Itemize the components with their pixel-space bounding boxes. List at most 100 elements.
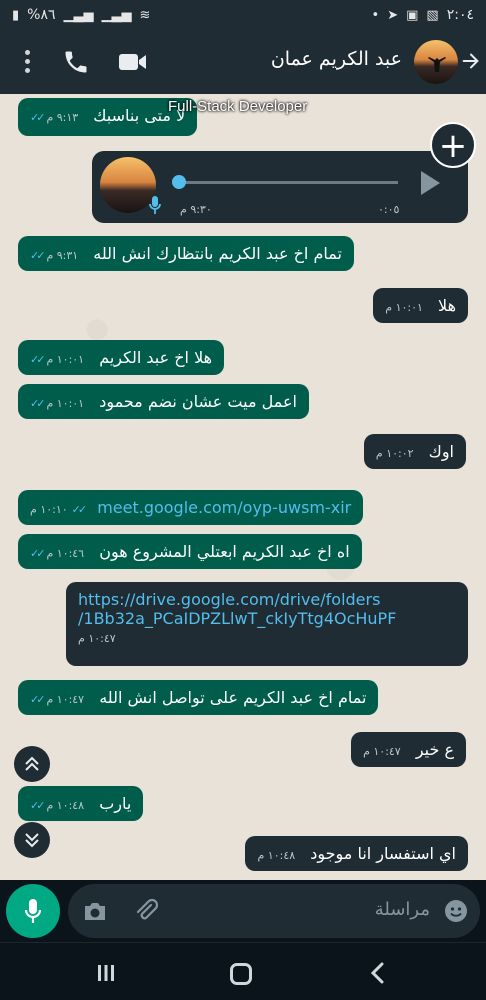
message-meta: ١٠:٤٨ م [257,849,295,862]
recents-icon[interactable] [96,963,116,983]
message-meta: ١٠:٠١ م [385,301,423,314]
telegram-icon: ➤ [387,7,399,23]
status-bar: ▮ %٨٦ ▁▃▅ ▁▃▅ ≋ • ➤ ▣ ▧ ٢:٠٤ [0,0,486,30]
back-arrow-icon[interactable] [460,50,482,72]
meet-link[interactable]: meet.google.com/oyp-uwsm-xir [97,498,351,517]
message-text: هلا [438,296,456,315]
voice-progress-track[interactable] [178,181,398,184]
notification-dot-icon: • [371,7,380,23]
scroll-down-button[interactable] [14,822,50,858]
emoji-icon[interactable] [444,899,468,923]
message-text: اعمل ميت عشان نضم محمود [99,392,297,411]
message-time: ١٠:٠٢ م [375,447,414,460]
plus-button[interactable]: + [430,122,476,168]
message-bubble-outgoing[interactable]: يارب ١٠:٤٨ م ✓✓ [18,786,144,821]
read-ticks-icon: ✓✓ [30,111,46,124]
message-text: اوك [428,442,454,461]
attach-icon[interactable] [132,897,160,925]
message-text: ع خير [415,740,454,759]
scroll-up-button[interactable] [14,746,50,782]
message-meta: ١٠:٠١ م ✓✓ [30,397,84,410]
signal-icon: ▁▃▅ [101,7,132,23]
message-field[interactable]: مراسلة [68,884,480,938]
message-meta: ١٠:٤٨ م ✓✓ [30,799,84,812]
mic-button[interactable] [6,884,60,938]
message-text: اي استفسار انا موجود [310,844,456,863]
read-ticks-icon: ✓✓ [30,693,46,706]
more-options-icon[interactable] [18,48,36,76]
message-time: ١٠:٤٦ م [46,547,85,560]
double-chevron-down-icon [25,833,39,848]
mic-icon [24,899,42,923]
avatar[interactable] [414,40,458,84]
read-ticks-icon: ✓✓ [30,799,46,812]
back-icon[interactable] [368,961,388,985]
message-time: ١٠:١٠ م [30,503,68,516]
message-time: ١٠:٤٨ م [257,849,296,862]
message-meta: ١٠:٤٧ م [363,745,401,758]
contact-name[interactable]: عبد الكريم عمان [271,48,402,70]
message-bubble-incoming[interactable]: هلا ١٠:٠١ م [373,288,468,323]
read-ticks-icon: ✓✓ [30,547,46,560]
battery-icon: ▮ [12,7,20,23]
voice-duration: ٠:٠٥ [378,203,400,216]
message-text: هلا اخ عبد الكريم [99,348,213,367]
message-time: ١٠:٠١ م [46,353,85,366]
message-meta: ١٠:٠١ م ✓✓ [30,353,84,366]
drive-link-line2[interactable]: /1Bb32a_PCaIDPZLlwT_ckIyTtg4OcHuPF [78,609,456,628]
gallery-icon: ▧ [426,7,439,23]
message-meta: ١٠:٤٦ م ✓✓ [30,547,84,560]
message-meta: ١٠:٤٧ م ✓✓ [30,693,84,706]
message-bubble-outgoing[interactable]: هلا اخ عبد الكريم ١٠:٠١ م ✓✓ [18,340,225,375]
message-bubble-incoming[interactable]: https://drive.google.com/drive/folders /… [66,582,468,666]
message-meta: ٩:٣١ م ✓✓ [30,249,78,262]
message-time: ١٠:٠١ م [385,301,423,314]
voice-message[interactable]: ٩:٣٠ م ٠:٠٥ [92,151,468,223]
message-input-placeholder: مراسلة [374,899,430,920]
message-text: تمام اخ عبد الكريم بانتظارك انش الله [93,244,342,263]
message-time: ١٠:٠١ م [46,397,85,410]
message-text: تمام اخ عبد الكريم على تواصل انش الله [99,688,367,707]
video-call-icon[interactable] [118,50,148,74]
message-bubble-incoming[interactable]: اي استفسار انا موجود ١٠:٤٨ م [245,836,468,871]
message-text: اه اخ عبد الكريم ابعتلي المشروع هون [99,542,350,561]
message-meta: ١٠:٠٢ م [376,447,414,460]
message-time: ١٠:٤٨ م [46,799,85,812]
message-bubble-outgoing[interactable]: تمام اخ عبد الكريم بانتظارك انش الله ٩:٣… [18,236,354,271]
status-time: ٢:٠٤ [446,7,474,23]
message-bubble-outgoing[interactable]: ✓✓ ١٠:١٠ م meet.google.com/oyp-uwsm-xir [18,490,364,525]
system-nav-bar [0,942,486,1000]
message-bubble-outgoing[interactable]: اه اخ عبد الكريم ابعتلي المشروع هون ١٠:٤… [18,534,362,569]
message-bubble-incoming[interactable]: اوك ١٠:٠٢ م [363,434,466,469]
voice-progress-handle[interactable] [172,175,186,189]
wifi-icon: ≋ [139,7,151,23]
watermark-text: Full-Stack Developer [168,98,308,115]
read-ticks-icon: ✓✓ [30,353,46,366]
message-time: ٩:٣١ م [46,249,79,262]
message-time: ١٠:٤٧ م [78,632,116,645]
battery-percent: %٨٦ [27,7,56,23]
message-bubble-outgoing[interactable]: اعمل ميت عشان نضم محمود ١٠:٠١ م ✓✓ [18,384,309,419]
double-chevron-up-icon [25,756,39,771]
message-icon: ▣ [406,7,419,23]
voice-call-icon[interactable] [62,48,90,76]
chat-area[interactable]: لا متى بناسبك ٩:١٣ م ✓✓ ٩:٣٠ م ٠:٠٥ تمام… [0,94,486,880]
drive-link-line1[interactable]: https://drive.google.com/drive/folders [78,590,456,609]
message-input-bar: مراسلة [0,880,486,942]
message-time: ١٠:٤٧ م [46,693,85,706]
read-ticks-icon: ✓✓ [30,249,46,262]
play-icon[interactable] [418,169,442,197]
camera-icon[interactable] [82,899,108,923]
status-right: • ➤ ▣ ▧ ٢:٠٤ [372,7,474,23]
status-left: ▮ %٨٦ ▁▃▅ ▁▃▅ ≋ [12,7,150,23]
signal-icon: ▁▃▅ [63,7,94,23]
message-meta: ✓✓ ١٠:١٠ م [30,503,88,516]
read-ticks-icon: ✓✓ [30,397,46,410]
read-ticks-icon: ✓✓ [71,503,88,516]
message-bubble-incoming[interactable]: ع خير ١٠:٤٧ م [351,732,466,767]
message-time: ٩:١٣ م [46,111,79,124]
message-bubble-outgoing[interactable]: تمام اخ عبد الكريم على تواصل انش الله ١٠… [18,680,379,715]
chat-header: عبد الكريم عمان [0,30,486,94]
message-meta: ٩:١٣ م ✓✓ [30,111,78,124]
home-icon[interactable] [230,963,252,985]
